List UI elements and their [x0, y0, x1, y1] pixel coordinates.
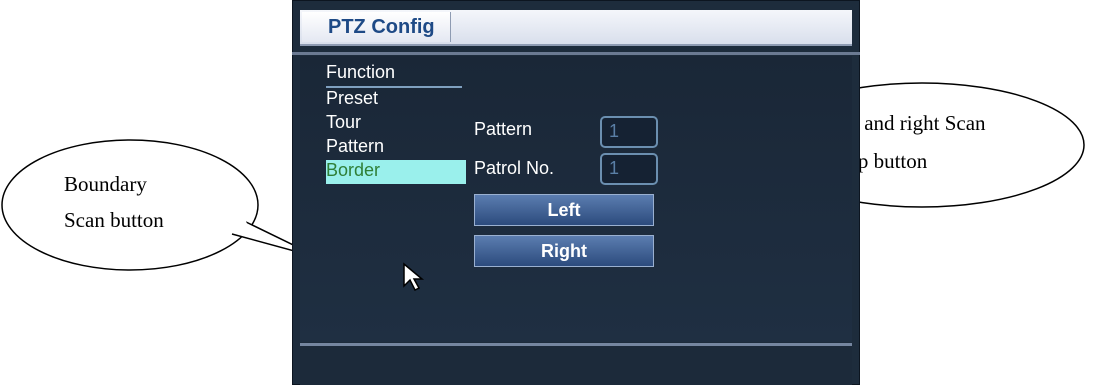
tab-ptz-config[interactable]: PTZ Config	[302, 12, 451, 42]
function-menu: Function Preset Tour Pattern Border	[326, 62, 474, 184]
title-bar: PTZ Config	[300, 10, 852, 46]
patrol-no-label: Patrol No.	[474, 158, 555, 178]
ptz-config-window: PTZ Config Function Preset Tour Pattern …	[292, 0, 860, 385]
title-divider	[292, 52, 860, 55]
footer-bar	[300, 346, 852, 385]
pattern-label: Pattern	[474, 119, 533, 139]
mouse-pointer-icon	[403, 262, 425, 292]
menu-item-preset[interactable]: Preset	[326, 88, 474, 112]
patrol-no-field[interactable]: 1	[600, 153, 658, 185]
boundary-callout-bubble	[1, 139, 259, 271]
pattern-field[interactable]: 1	[600, 116, 658, 148]
boundary-callout-line2: Scan button	[64, 208, 164, 232]
tab-title: PTZ Config	[328, 16, 435, 38]
left-button[interactable]: Left	[474, 194, 654, 226]
menu-item-pattern[interactable]: Pattern	[326, 136, 474, 160]
right-button[interactable]: Right	[474, 235, 654, 267]
boundary-callout-line1: Boundary	[64, 172, 147, 196]
menu-item-border[interactable]: Border	[326, 160, 466, 184]
patrol-no-value: 1	[609, 158, 620, 178]
pattern-value: 1	[609, 121, 620, 141]
menu-heading: Function	[326, 62, 396, 82]
menu-item-tour[interactable]: Tour	[326, 112, 474, 136]
